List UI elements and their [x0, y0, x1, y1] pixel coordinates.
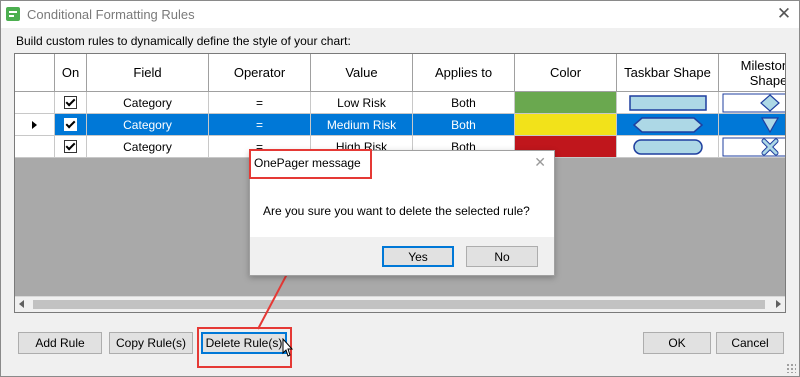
- message-box-footer: Yes No: [250, 237, 554, 275]
- message-text: Are you sure you want to delete the sele…: [263, 204, 530, 218]
- message-title-highlight-box: [249, 149, 372, 179]
- yes-button[interactable]: Yes: [382, 246, 454, 267]
- close-icon[interactable]: ✕: [534, 154, 546, 171]
- no-button[interactable]: No: [466, 246, 538, 267]
